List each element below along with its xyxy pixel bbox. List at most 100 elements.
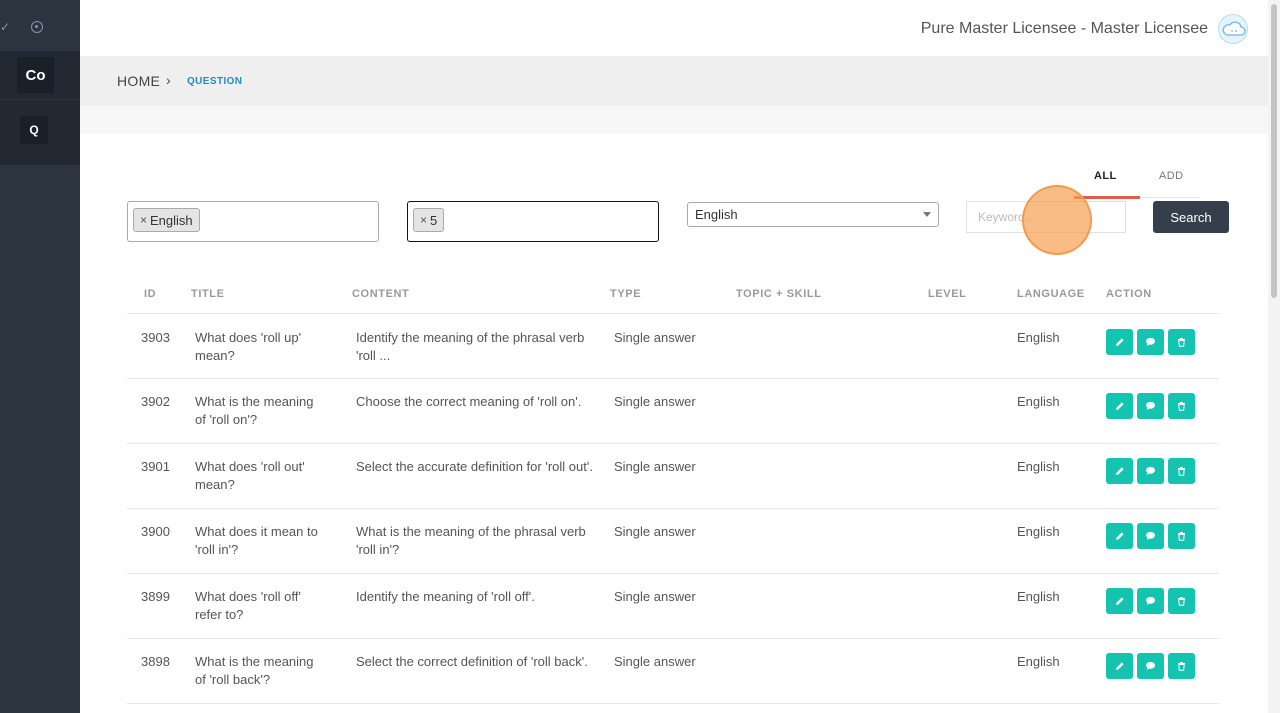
row-actions — [1106, 587, 1219, 614]
sidebar-item-question-label[interactable]: Q — [20, 116, 48, 144]
scrollbar[interactable] — [1268, 0, 1280, 713]
cell-title: What does it mean to 'roll in'? — [189, 508, 347, 574]
trash-icon — [1177, 596, 1186, 606]
comment-button[interactable] — [1137, 522, 1164, 549]
cell-language: English — [1017, 508, 1106, 574]
row-actions — [1106, 457, 1219, 484]
breadcrumb-current: QUESTION — [187, 76, 243, 87]
sidebar: ✓ Co Q — [0, 0, 80, 713]
table-row[interactable]: 3901 What does 'roll out' mean? Select the… — [127, 443, 1219, 509]
cell-action — [1106, 313, 1219, 379]
edit-button[interactable] — [1106, 328, 1133, 355]
check-icon[interactable]: ✓ — [0, 20, 10, 34]
level-multiselect[interactable]: × 5 — [407, 201, 659, 242]
comment-icon — [1145, 466, 1156, 476]
comment-button[interactable] — [1137, 328, 1164, 355]
cell-content: Select the accurate definition for 'roll… — [347, 443, 610, 509]
cell-action — [1106, 378, 1219, 444]
top-bar: Pure Master Licensee - Master Licensee — [80, 0, 1268, 56]
cell-title: What does 'roll out' mean? — [189, 443, 347, 509]
tab-add[interactable]: ADD — [1159, 170, 1183, 182]
delete-button[interactable] — [1168, 457, 1195, 484]
language-tag[interactable]: × English — [133, 208, 200, 232]
row-actions — [1106, 522, 1219, 549]
delete-button[interactable] — [1168, 587, 1195, 614]
trash-icon — [1177, 401, 1186, 411]
cell-id: 3899 — [127, 573, 189, 639]
user-name[interactable]: Pure Master Licensee - Master Licensee — [921, 20, 1208, 38]
delete-button[interactable] — [1168, 652, 1195, 679]
chevron-down-icon — [923, 212, 931, 217]
chevron-right-icon: › — [166, 72, 171, 88]
edit-button[interactable] — [1106, 652, 1133, 679]
cell-action — [1106, 638, 1219, 704]
edit-button[interactable] — [1106, 392, 1133, 419]
table-header-row: ID TITLE CONTENT TYPE TOPIC + SKILL LEVE… — [127, 276, 1219, 314]
cell-content: What is the meaning of the phrasal verb … — [347, 508, 610, 574]
cell-language: English — [1017, 313, 1106, 379]
cell-content: Select the correct definition of 'roll b… — [347, 638, 610, 704]
table-row[interactable]: 3899 What does 'roll off' refer to? Identi… — [127, 573, 1219, 639]
level-tag[interactable]: × 5 — [413, 208, 445, 232]
edit-button[interactable] — [1106, 457, 1133, 484]
breadcrumb-home[interactable]: HOME — [117, 73, 160, 89]
cell-content: Choose the correct meaning of 'roll on'. — [347, 378, 610, 444]
tab-divider — [1140, 197, 1200, 198]
sidebar-item-question[interactable]: Q — [0, 100, 80, 165]
cell-type: Single answer — [610, 313, 736, 379]
settings-icon[interactable] — [31, 21, 43, 33]
delete-button[interactable] — [1168, 522, 1195, 549]
comment-icon — [1145, 596, 1156, 606]
sidebar-item-course[interactable]: Co — [0, 51, 80, 99]
cell-language: English — [1017, 378, 1106, 444]
row-actions — [1106, 652, 1219, 679]
tag-remove-icon[interactable]: × — [420, 213, 427, 227]
sidebar-item-course-label[interactable]: Co — [17, 57, 54, 93]
tag-remove-icon[interactable]: × — [140, 213, 147, 227]
table-row[interactable]: 3902 What is the meaning of 'roll on'? Cho… — [127, 378, 1219, 444]
comment-button[interactable] — [1137, 587, 1164, 614]
cell-type: Single answer — [610, 573, 736, 639]
column-header-title: TITLE — [189, 276, 347, 314]
cursor-indicator — [1022, 185, 1092, 255]
question-table: ID TITLE CONTENT TYPE TOPIC + SKILL LEVE… — [127, 276, 1219, 704]
column-header-type: TYPE — [610, 276, 736, 314]
search-button[interactable]: Search — [1153, 201, 1229, 233]
comment-button[interactable] — [1137, 457, 1164, 484]
cell-topic-skill — [736, 313, 928, 379]
comment-button[interactable] — [1137, 392, 1164, 419]
column-header-language: LANGUAGE — [1017, 276, 1106, 314]
pencil-icon — [1115, 596, 1125, 606]
cell-action — [1106, 508, 1219, 574]
comment-icon — [1145, 531, 1156, 541]
cell-id: 3902 — [127, 378, 189, 444]
language-select[interactable]: English — [687, 202, 939, 227]
scrollbar-thumb[interactable] — [1271, 4, 1277, 298]
cell-id: 3898 — [127, 638, 189, 704]
language-multiselect[interactable]: × English — [127, 201, 379, 242]
cell-level — [928, 443, 1017, 509]
pencil-icon — [1115, 401, 1125, 411]
cell-level — [928, 508, 1017, 574]
trash-icon — [1177, 466, 1186, 476]
edit-button[interactable] — [1106, 587, 1133, 614]
cell-title: What is the meaning of 'roll back'? — [189, 638, 347, 704]
delete-button[interactable] — [1168, 392, 1195, 419]
cell-id: 3900 — [127, 508, 189, 574]
column-header-id: ID — [127, 276, 189, 314]
tabs: ALL ADD — [1074, 170, 1200, 200]
table-row[interactable]: 3900 What does it mean to 'roll in'? What … — [127, 508, 1219, 574]
tab-all[interactable]: ALL — [1094, 170, 1117, 182]
comment-button[interactable] — [1137, 652, 1164, 679]
delete-button[interactable] — [1168, 328, 1195, 355]
cell-title: What does 'roll up' mean? — [189, 313, 347, 379]
avatar[interactable] — [1218, 14, 1248, 44]
edit-button[interactable] — [1106, 522, 1133, 549]
table-row[interactable]: 3898 What is the meaning of 'roll back'? S… — [127, 638, 1219, 704]
table-row[interactable]: 3903 What does 'roll up' mean? Identify th… — [127, 313, 1219, 379]
cell-action — [1106, 443, 1219, 509]
column-header-action: ACTION — [1106, 276, 1219, 314]
content-header-strip — [80, 106, 1268, 134]
cell-topic-skill — [736, 508, 928, 574]
trash-icon — [1177, 337, 1186, 347]
